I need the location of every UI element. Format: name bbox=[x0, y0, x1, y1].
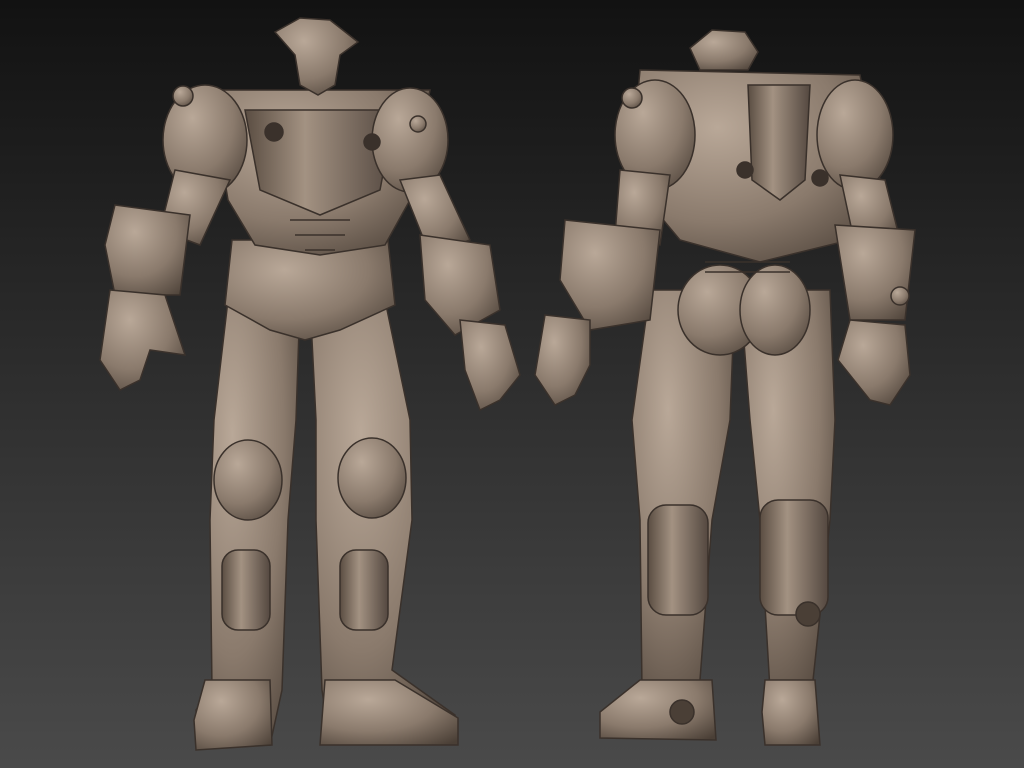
back-right-calf-plate bbox=[759, 499, 829, 616]
back-right-shoulder bbox=[816, 79, 894, 191]
sculpt-viewport[interactable] bbox=[0, 0, 1024, 768]
back-right-foot bbox=[761, 679, 821, 746]
back-right-forearm bbox=[834, 224, 916, 321]
back-disc-right bbox=[811, 169, 829, 187]
back-left-ankle-disc bbox=[669, 699, 695, 725]
front-chest-disc-left bbox=[264, 122, 284, 142]
back-right-wrist-bolt bbox=[890, 286, 910, 306]
front-left-shoulder-bolt bbox=[172, 85, 194, 107]
back-disc-left bbox=[736, 161, 754, 179]
back-right-ankle-disc bbox=[795, 601, 821, 627]
viewport-canvas bbox=[0, 0, 1024, 768]
back-left-shoulder-bolt bbox=[621, 87, 643, 109]
front-right-shoulder-bolt bbox=[409, 115, 427, 133]
front-left-shin-plate bbox=[221, 549, 271, 631]
front-left-knee bbox=[213, 439, 283, 521]
front-right-knee bbox=[337, 437, 407, 519]
front-chest-disc-right bbox=[363, 133, 381, 151]
front-left-foot bbox=[193, 679, 273, 751]
back-spine-plate bbox=[747, 84, 811, 201]
front-left-forearm bbox=[104, 204, 191, 296]
back-right-glute bbox=[739, 264, 811, 356]
front-right-shin-plate bbox=[339, 549, 389, 631]
back-left-calf-plate bbox=[647, 504, 709, 616]
